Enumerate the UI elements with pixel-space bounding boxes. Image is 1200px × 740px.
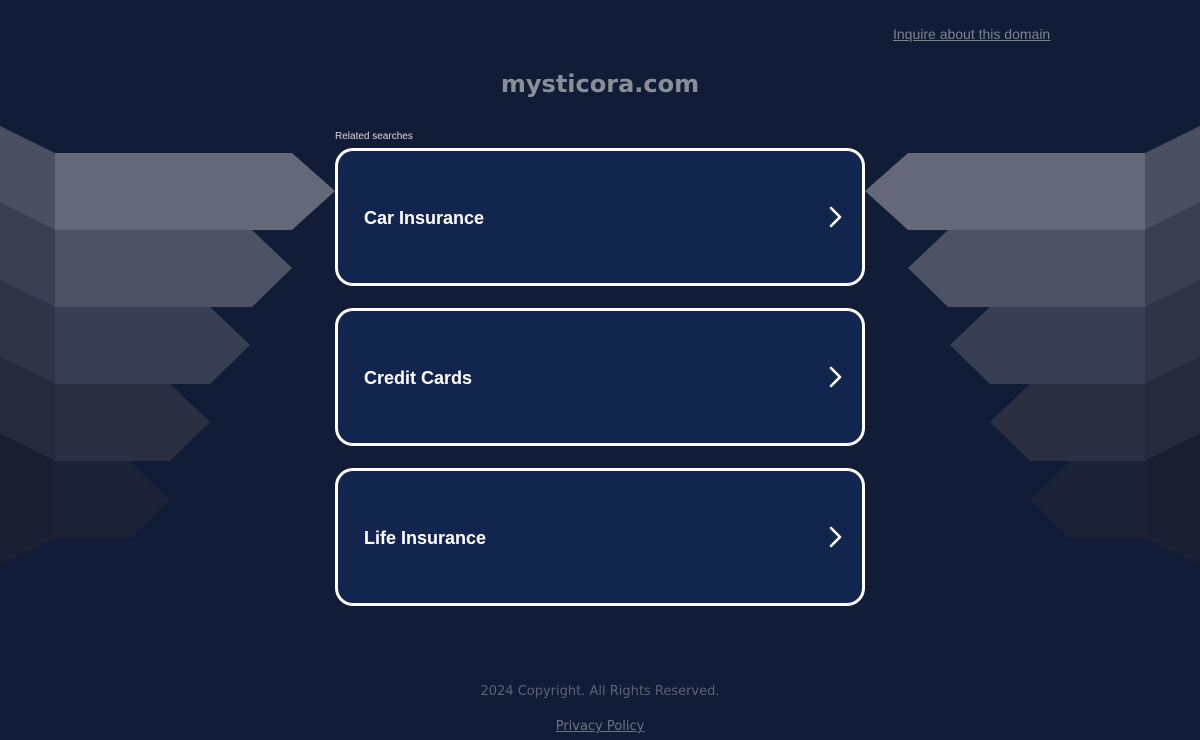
related-link-label: Credit Cards xyxy=(364,368,473,388)
related-link-label: Car Insurance xyxy=(364,208,485,228)
privacy-policy-link[interactable]: Privacy Policy xyxy=(556,719,645,734)
chevron-right-icon xyxy=(829,366,842,388)
related-link-credit-cards[interactable]: Credit Cards xyxy=(335,308,865,446)
inquire-domain-link[interactable]: Inquire about this domain xyxy=(893,26,1050,42)
parked-domain-page: Inquire about this domain mysticora.com … xyxy=(0,0,1200,740)
related-searches-label: Related searches xyxy=(335,131,413,142)
privacy-policy-container: Privacy Policy xyxy=(0,718,1200,734)
related-link-life-insurance[interactable]: Life Insurance xyxy=(335,468,865,606)
domain-title: mysticora.com xyxy=(500,70,700,98)
related-link-label: Life Insurance xyxy=(364,528,487,548)
related-link-car-insurance[interactable]: Car Insurance xyxy=(335,148,865,286)
chevron-right-icon xyxy=(829,206,842,228)
chevron-right-icon xyxy=(829,526,842,548)
copyright-text: 2024 Copyright. All Rights Reserved. xyxy=(480,684,720,699)
